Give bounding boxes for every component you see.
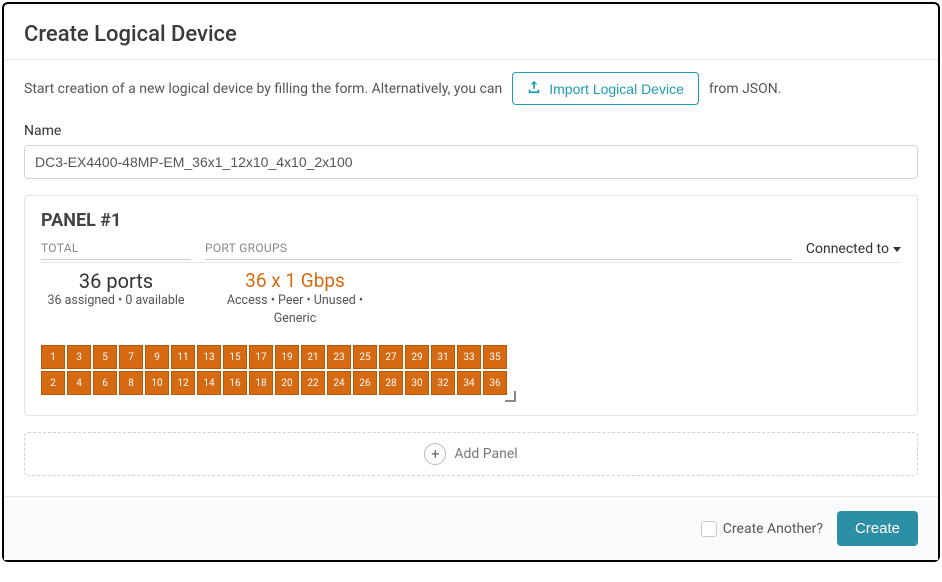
port-cell[interactable]: 18 [249, 371, 273, 395]
port-cell[interactable]: 24 [327, 371, 351, 395]
intro-row: Start creation of a new logical device b… [24, 72, 918, 105]
port-grid: 1357911131517192123252729313335246810121… [41, 345, 507, 395]
portgroups-header: PORT GROUPS [205, 241, 792, 260]
port-cell[interactable]: 22 [301, 371, 325, 395]
panel-summary: 36 ports 36 assigned • 0 available 36 x … [41, 269, 901, 327]
port-cell[interactable]: 34 [457, 371, 481, 395]
ports-assigned: 36 assigned • 0 available [41, 293, 191, 308]
port-cell[interactable]: 33 [457, 345, 481, 369]
port-cell[interactable]: 14 [197, 371, 221, 395]
port-cell[interactable]: 35 [483, 345, 507, 369]
create-button[interactable]: Create [837, 511, 918, 546]
port-cell[interactable]: 12 [171, 371, 195, 395]
port-cell[interactable]: 13 [197, 345, 221, 369]
name-input[interactable] [24, 145, 918, 179]
port-cell[interactable]: 5 [93, 345, 117, 369]
create-another-wrap: Create Another? [701, 521, 823, 537]
upload-icon [527, 80, 541, 97]
port-cell[interactable]: 19 [275, 345, 299, 369]
name-label: Name [24, 123, 918, 139]
page-title: Create Logical Device [24, 22, 918, 47]
port-cell[interactable]: 17 [249, 345, 273, 369]
port-cell[interactable]: 32 [431, 371, 455, 395]
portgroup-block: 36 x 1 Gbps Access • Peer • Unused • Gen… [205, 269, 385, 327]
port-cell[interactable]: 23 [327, 345, 351, 369]
add-panel-button[interactable]: + Add Panel [24, 432, 918, 476]
resize-handle-icon[interactable] [503, 389, 517, 403]
port-cell[interactable]: 1 [41, 345, 65, 369]
port-cell[interactable]: 15 [223, 345, 247, 369]
port-cell[interactable]: 27 [379, 345, 403, 369]
port-cell[interactable]: 10 [145, 371, 169, 395]
port-cell[interactable]: 11 [171, 345, 195, 369]
port-cell[interactable]: 25 [353, 345, 377, 369]
total-block: 36 ports 36 assigned • 0 available [41, 269, 191, 327]
connected-to-dropdown[interactable]: Connected to [806, 241, 901, 257]
total-header: TOTAL [41, 241, 191, 260]
port-cell[interactable]: 16 [223, 371, 247, 395]
port-cell[interactable]: 9 [145, 345, 169, 369]
create-logical-device-modal: Create Logical Device Start creation of … [2, 2, 940, 562]
import-logical-device-button[interactable]: Import Logical Device [512, 72, 699, 105]
port-grid-wrap: 1357911131517192123252729313335246810121… [41, 345, 507, 395]
modal-header: Create Logical Device [4, 4, 938, 60]
port-cell[interactable]: 28 [379, 371, 403, 395]
portgroup-roles: Access • Peer • Unused • Generic [205, 292, 385, 327]
panel-title: PANEL #1 [41, 210, 901, 231]
port-cell[interactable]: 31 [431, 345, 455, 369]
portgroup-speed: 36 x 1 Gbps [205, 269, 385, 292]
port-cell[interactable]: 3 [67, 345, 91, 369]
port-cell[interactable]: 26 [353, 371, 377, 395]
ports-count: 36 ports [41, 269, 191, 293]
port-cell[interactable]: 30 [405, 371, 429, 395]
port-cell[interactable]: 8 [119, 371, 143, 395]
port-cell[interactable]: 2 [41, 371, 65, 395]
create-another-checkbox[interactable] [701, 521, 717, 537]
intro-text-post: from JSON. [709, 81, 782, 97]
connected-to-label: Connected to [806, 241, 889, 257]
import-button-label: Import Logical Device [549, 81, 684, 97]
modal-footer: Create Another? Create [4, 496, 938, 560]
create-another-label: Create Another? [723, 521, 823, 537]
port-cell[interactable]: 4 [67, 371, 91, 395]
port-cell[interactable]: 29 [405, 345, 429, 369]
port-cell[interactable]: 20 [275, 371, 299, 395]
panel-column-headers: TOTAL PORT GROUPS Connected to [41, 241, 901, 263]
modal-body: Start creation of a new logical device b… [4, 60, 938, 496]
add-panel-label: Add Panel [454, 446, 517, 462]
port-cell[interactable]: 7 [119, 345, 143, 369]
panel-card: PANEL #1 TOTAL PORT GROUPS Connected to … [24, 195, 918, 416]
intro-text-pre: Start creation of a new logical device b… [24, 81, 502, 97]
port-cell[interactable]: 6 [93, 371, 117, 395]
port-cell[interactable]: 21 [301, 345, 325, 369]
plus-icon: + [424, 443, 446, 465]
chevron-down-icon [893, 247, 901, 252]
